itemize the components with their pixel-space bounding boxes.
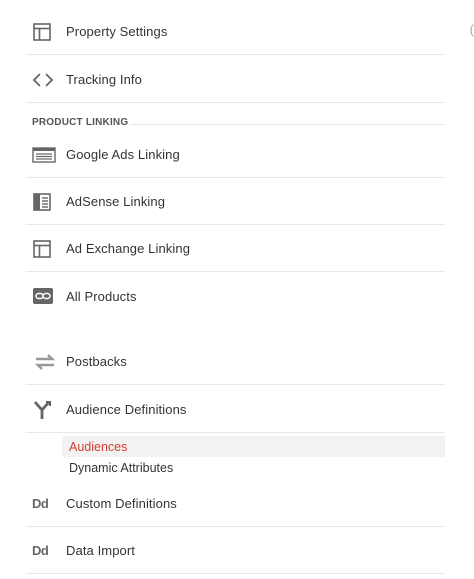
nav-item-label: Property Settings bbox=[66, 24, 168, 39]
adsense-icon bbox=[26, 189, 66, 215]
sub-item-audiences[interactable]: Audiences bbox=[62, 436, 445, 457]
dd-icon: Dd bbox=[26, 538, 66, 564]
ad-exchange-icon bbox=[26, 236, 66, 262]
nav-item-label: Data Import bbox=[66, 543, 136, 558]
nav-item-label: All Products bbox=[66, 288, 137, 304]
edge-fragment: ( bbox=[469, 22, 474, 37]
nav-item-label: Ad Exchange Linking bbox=[66, 241, 191, 256]
nav-item-google-ads-linking[interactable]: Google Ads Linking bbox=[26, 132, 445, 178]
audience-icon bbox=[26, 397, 66, 423]
nav-item-adsense-linking[interactable]: AdSense Linking bbox=[26, 179, 445, 225]
postbacks-icon bbox=[26, 349, 66, 375]
nav-item-audience-definitions[interactable]: Audience Definitions bbox=[26, 387, 445, 433]
dd-icon-text: Dd bbox=[32, 496, 49, 511]
nav-item-label: Tracking Info bbox=[66, 72, 142, 87]
section-title-product-linking: PRODUCT LINKING bbox=[32, 117, 129, 128]
nav-item-property-settings[interactable]: Property Settings bbox=[26, 9, 445, 55]
nav-item-label: Audience Definitions bbox=[66, 402, 187, 417]
nav-item-ad-exchange-linking[interactable]: Ad Exchange Linking bbox=[26, 226, 445, 272]
link-icon bbox=[26, 283, 66, 309]
nav-item-label: AdSense Linking bbox=[66, 194, 166, 209]
nav-item-tracking-info[interactable]: Tracking Info bbox=[26, 57, 445, 103]
property-settings-icon bbox=[26, 19, 66, 45]
dd-icon: Dd bbox=[26, 491, 66, 517]
nav-item-label: Postbacks bbox=[66, 354, 127, 369]
nav-item-all-products[interactable]: All Products bbox=[26, 273, 445, 319]
nav-item-label: Google Ads Linking bbox=[66, 147, 180, 162]
code-icon bbox=[26, 67, 66, 93]
admin-nav-panel: ( Property Settings Tracking Info PRODUC… bbox=[0, 0, 474, 579]
section-divider bbox=[130, 124, 445, 125]
nav-item-postbacks[interactable]: Postbacks bbox=[26, 339, 445, 385]
nav-item-label: Custom Definitions bbox=[66, 496, 177, 511]
nav-item-custom-definitions[interactable]: Dd Custom Definitions bbox=[26, 481, 445, 527]
google-ads-icon bbox=[26, 142, 66, 168]
sub-item-dynamic-attributes[interactable]: Dynamic Attributes bbox=[62, 457, 445, 478]
dd-icon-text: Dd bbox=[32, 543, 49, 558]
nav-item-data-import[interactable]: Dd Data Import bbox=[26, 528, 445, 574]
